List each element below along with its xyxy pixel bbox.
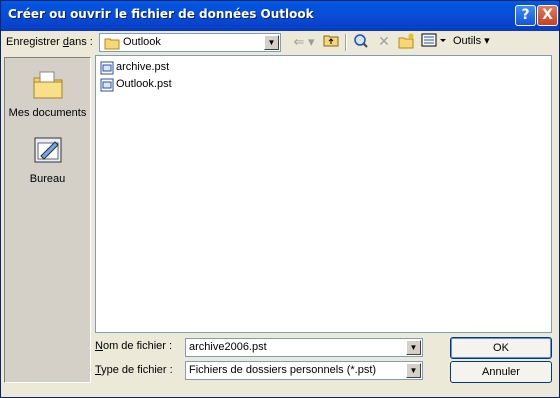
file-name-label: Nom de fichier :	[95, 340, 173, 352]
save-dialog: Créer ou ouvrir le fichier de données Ou…	[0, 0, 560, 398]
desktop-icon	[34, 137, 61, 163]
chevron-down-icon[interactable]: ▼	[406, 363, 421, 378]
close-button[interactable]: X	[537, 5, 558, 26]
tools-menu-button[interactable]: Outils ▾	[453, 33, 503, 52]
file-name-value[interactable]: archive2006.pst	[189, 341, 267, 353]
back-button[interactable]: ⇐ ▾	[289, 33, 319, 52]
place-desktop[interactable]: Bureau	[5, 134, 90, 185]
pst-file-icon	[100, 78, 114, 95]
pst-file-icon	[100, 61, 114, 78]
chevron-down-icon[interactable]: ▼	[406, 340, 421, 355]
file-type-value: Fichiers de dossiers personnels (*.pst)	[189, 364, 377, 376]
cancel-button[interactable]: Annuler	[450, 361, 552, 383]
title-bar[interactable]: Créer ou ouvrir le fichier de données Ou…	[1, 1, 559, 31]
help-button[interactable]: ?	[515, 5, 536, 26]
views-icon	[421, 33, 446, 47]
save-in-dropdown[interactable]: Outlook ▼	[99, 33, 281, 52]
search-web-button[interactable]	[351, 33, 371, 52]
delete-x-icon: ✕	[378, 33, 390, 49]
chevron-down-icon[interactable]: ▼	[264, 35, 279, 50]
toolbar-separator	[345, 34, 347, 51]
new-folder-button[interactable]	[397, 33, 417, 52]
window-title: Créer ou ouvrir le fichier de données Ou…	[8, 7, 314, 21]
save-in-value: Outlook	[123, 36, 161, 48]
new-folder-icon	[398, 33, 414, 49]
views-button[interactable]	[419, 33, 449, 52]
file-name: Outlook.pst	[116, 78, 172, 90]
file-type-dropdown[interactable]: Fichiers de dossiers personnels (*.pst) …	[185, 361, 423, 380]
my-documents-icon	[33, 71, 62, 99]
up-one-level-button[interactable]	[321, 33, 341, 52]
folder-icon	[104, 36, 120, 53]
place-label: Bureau	[29, 173, 66, 185]
back-arrow-icon: ⇐ ▾	[293, 34, 315, 49]
place-my-documents[interactable]: Mes documents	[5, 68, 90, 119]
place-label: Mes documents	[8, 107, 87, 119]
up-folder-icon	[323, 35, 339, 47]
file-name: archive.pst	[116, 61, 170, 73]
file-list[interactable]: archive.pst Outlook.pst	[95, 55, 552, 333]
save-in-label: Enregistrer dans :	[6, 36, 93, 48]
places-bar: Mes documents Bureau	[4, 57, 91, 383]
search-icon	[354, 34, 368, 48]
ok-button[interactable]: OK	[450, 337, 552, 359]
delete-button[interactable]: ✕	[374, 33, 394, 52]
file-type-label: Type de fichier :	[95, 364, 173, 376]
file-name-field[interactable]: archive2006.pst ▼	[185, 338, 423, 357]
